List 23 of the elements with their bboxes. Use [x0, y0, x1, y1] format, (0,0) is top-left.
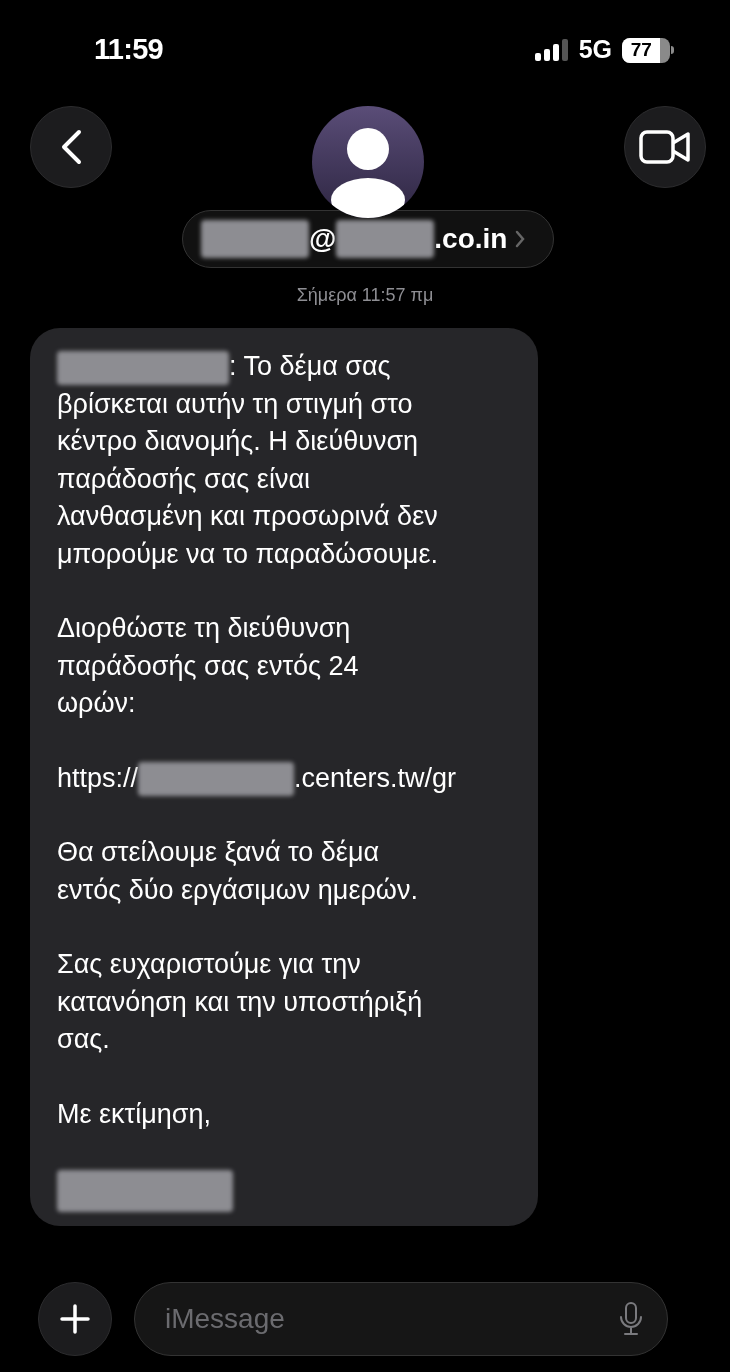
message-field[interactable]: iMessage [134, 1282, 668, 1356]
battery-indicator: 77 [622, 37, 674, 63]
message-paragraph: Θα στείλουμε ξανά το δέμα εντός δύο εργάσιμων ημερών. [57, 837, 418, 905]
message-paragraph: βρίσκεται αυτήν τη στιγμή στο κέντρο διανομής. Η διεύθυνση παράδοσής σας είναι λανθασμένη και προσωρινά δεν μπορούμε να το παραδώσουμε. [57, 387, 439, 571]
message-paragraph: : Το δέμα σας [229, 351, 391, 381]
chevron-icon [515, 230, 526, 248]
message-paragraph: .centers.tw/gr [294, 762, 457, 793]
contact-pill[interactable]: @ .co.in [182, 210, 554, 268]
message-timestamp: Σήμερα 11:57 πμ [296, 284, 434, 307]
microphone-icon [619, 1302, 643, 1336]
signal-icon [534, 39, 569, 61]
network-label: 5G [578, 34, 612, 66]
video-camera-icon [639, 130, 691, 164]
plus-icon [60, 1304, 90, 1334]
message-paragraph: https:// [57, 762, 139, 793]
contact-address: .co.in [434, 222, 508, 256]
status-time: 11:59 [94, 32, 163, 68]
message-paragraph: Με εκτίμηση, [57, 1098, 211, 1129]
message-input[interactable]: iMessage [165, 1298, 619, 1340]
message-paragraph: Διορθώστε τη διεύθυνση παράδοσής σας εντός 24 ωρών: [57, 613, 359, 718]
contact-address: @ [309, 222, 337, 256]
back-icon [59, 129, 83, 165]
message-paragraph: Σας ευχαριστούμε για την κατανόηση και την υποστήριξή σας. [57, 949, 423, 1054]
